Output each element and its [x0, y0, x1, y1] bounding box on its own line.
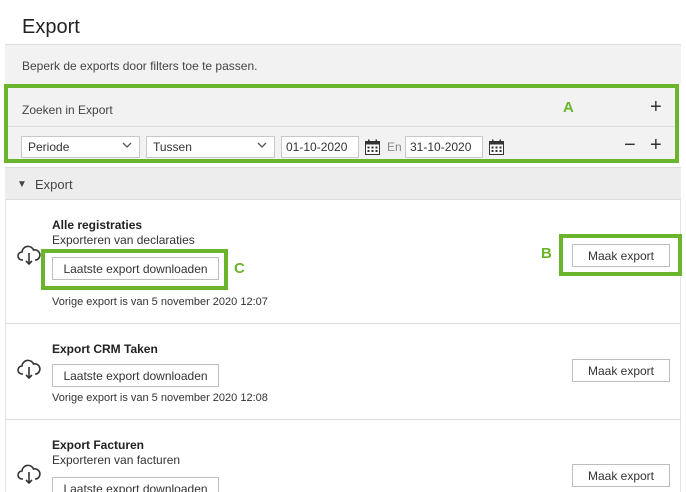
export-section-header[interactable]: ▼ Export [5, 167, 681, 200]
range-and-label: En [387, 140, 402, 154]
filter-condition-row: Periode Tussen 01-10-2020 En 31-10-2020 … [8, 128, 675, 163]
date-from-input[interactable]: 01-10-2020 [281, 136, 359, 158]
make-export-button[interactable]: Maak export [572, 244, 670, 267]
chevron-down-icon [257, 142, 267, 148]
previous-export-text: Vorige export is van 5 november 2020 12:… [52, 296, 268, 308]
cloud-download-icon [17, 464, 41, 485]
caret-down-icon: ▼ [17, 179, 27, 190]
calendar-icon[interactable] [365, 139, 380, 155]
filter-hint-text: Beperk de exports door filters toe te pa… [22, 59, 258, 73]
annotation-label-a: A [563, 99, 574, 116]
annotation-label-b: B [541, 245, 552, 262]
export-card-subtitle: Exporteren van facturen [52, 453, 181, 467]
download-last-export-button[interactable]: Laatste export downloaden [52, 477, 219, 492]
chevron-down-icon [122, 142, 132, 148]
page-title: Export [22, 16, 80, 38]
period-select-value: Periode [28, 140, 70, 154]
page-header: Export [5, 0, 681, 45]
previous-export-text: Vorige export is van 5 november 2020 12:… [52, 392, 268, 404]
date-to-input[interactable]: 31-10-2020 [405, 136, 483, 158]
make-export-button[interactable]: Maak export [572, 464, 670, 487]
export-card: Export Facturen Exporteren van facturen … [5, 420, 681, 492]
export-section-title: Export [35, 177, 73, 192]
remove-condition-button[interactable]: − [624, 135, 636, 155]
filter-panel-title: Zoeken in Export [22, 103, 113, 117]
cloud-download-icon [17, 359, 41, 380]
operator-select[interactable]: Tussen [146, 136, 275, 158]
cloud-download-icon [17, 245, 41, 266]
export-card-title: Export CRM Taken [52, 342, 158, 356]
calendar-icon[interactable] [489, 139, 504, 155]
export-card: Export CRM Taken Laatste export download… [5, 324, 681, 420]
make-export-button[interactable]: Maak export [572, 359, 670, 382]
operator-select-value: Tussen [153, 140, 192, 154]
export-card-title: Export Facturen [52, 438, 145, 452]
filter-header-row: Zoeken in Export + [8, 88, 675, 127]
export-card: Alle registraties Exporteren van declara… [5, 200, 681, 324]
export-card-title: Alle registraties [52, 218, 143, 232]
add-condition-button[interactable]: + [650, 135, 662, 155]
filter-hint-bar: Beperk de exports door filters toe te pa… [5, 45, 681, 85]
export-card-subtitle: Exporteren van declaraties [52, 233, 195, 247]
add-filter-group-button[interactable]: + [650, 97, 662, 117]
download-last-export-button[interactable]: Laatste export downloaden [52, 364, 219, 387]
annotation-label-c: C [234, 260, 245, 277]
period-select[interactable]: Periode [21, 136, 140, 158]
filter-panel: Zoeken in Export + Periode Tussen 01-10-… [4, 84, 679, 163]
download-last-export-button[interactable]: Laatste export downloaden [52, 257, 219, 280]
